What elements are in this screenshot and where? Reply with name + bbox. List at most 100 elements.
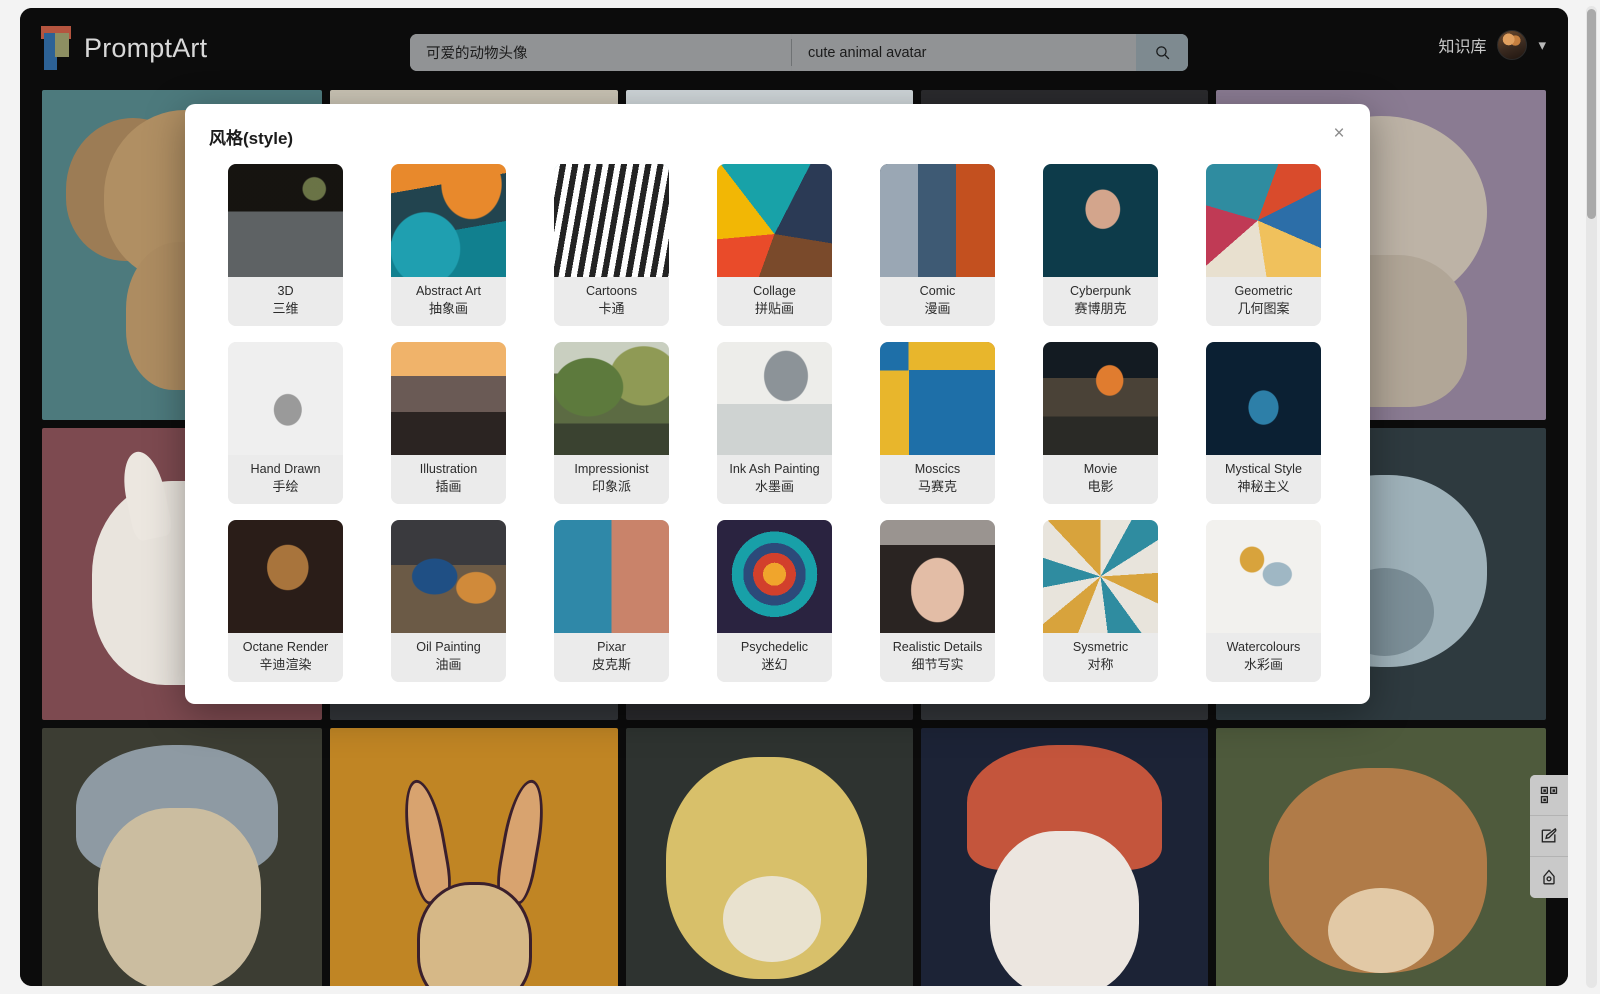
decor-shape	[416, 881, 532, 986]
style-card-labels: Moscics 马赛克	[880, 455, 995, 505]
style-name-zh: 拼贴画	[754, 301, 794, 317]
floating-action-toolbar	[1530, 775, 1568, 898]
style-card[interactable]: Illustration 插画	[391, 342, 506, 505]
style-card-labels: Realistic Details 细节写实	[880, 633, 995, 683]
thumb-realistic-details	[880, 520, 995, 634]
page-scrollbar[interactable]	[1586, 6, 1597, 988]
style-name-zh: 对称	[1087, 657, 1114, 673]
gallery-tile[interactable]	[1216, 728, 1546, 986]
style-card[interactable]: Moscics 马赛克	[880, 342, 995, 505]
gallery-tile[interactable]	[330, 728, 618, 986]
feedback-icon	[1543, 868, 1555, 884]
thumb-ink-ash-painting	[717, 342, 832, 456]
brand-logo-area[interactable]: PromptArt	[38, 26, 207, 70]
style-name-en: Collage	[753, 284, 796, 298]
thumb-geometric	[1206, 164, 1321, 277]
style-grid: 3D 三维 Abstract Art 抽象画 Cartoons 卡通 Collage 拼贴画 C…	[228, 164, 1328, 683]
style-name-zh: 马赛克	[917, 479, 957, 495]
style-card-labels: Movie 电影	[1043, 455, 1158, 505]
thumb-comic	[880, 164, 995, 277]
thumb-pixar	[554, 520, 669, 634]
close-icon[interactable]: ×	[1326, 120, 1352, 146]
style-name-en: Octane Render	[242, 640, 329, 655]
style-card-labels: Octane Render 辛迪渲染	[228, 633, 343, 683]
edit-button[interactable]	[1530, 816, 1568, 857]
style-name-en: Mystical Style	[1225, 462, 1302, 477]
style-name-en: 3D	[277, 284, 294, 298]
style-card[interactable]: Hand Drawn 手绘	[228, 342, 343, 505]
feedback-button[interactable]	[1530, 857, 1568, 898]
style-name-zh: 迷幻	[761, 657, 788, 673]
brand-name: PromptArt	[84, 32, 208, 63]
search-bar	[410, 34, 1188, 71]
style-name-zh: 水彩画	[1243, 657, 1283, 673]
search-input-chinese[interactable]	[410, 34, 791, 71]
thumb-abstract-art	[391, 164, 506, 277]
style-name-zh: 神秘主义	[1237, 479, 1290, 495]
thumb-mystical-style	[1206, 342, 1321, 456]
gallery-tile[interactable]	[42, 728, 323, 986]
style-name-en: Abstract Art	[415, 284, 482, 298]
style-card-labels: Comic 漫画	[880, 277, 995, 327]
qr-code-button[interactable]	[1530, 775, 1568, 816]
user-menu[interactable]: 知识库 ▾	[1438, 30, 1546, 60]
search-input-english[interactable]	[792, 34, 1136, 71]
search-button[interactable]	[1136, 34, 1188, 71]
gallery-tile[interactable]	[921, 728, 1209, 986]
knowledge-base-link[interactable]: 知识库	[1438, 33, 1486, 57]
style-name-zh: 抽象画	[428, 301, 468, 317]
avatar[interactable]	[1497, 30, 1528, 60]
style-card[interactable]: Cyberpunk 赛博朋克	[1043, 164, 1158, 327]
thumb-illustration	[391, 342, 506, 456]
style-card[interactable]: Pixar 皮克斯	[554, 520, 669, 683]
style-card[interactable]: Realistic Details 细节写实	[880, 520, 995, 683]
style-card[interactable]: Geometric 几何图案	[1206, 164, 1321, 327]
style-card[interactable]: Mystical Style 神秘主义	[1206, 342, 1321, 505]
gallery-row	[20, 728, 1568, 986]
style-name-en: Impressionist	[574, 462, 649, 477]
style-card[interactable]: Ink Ash Painting 水墨画	[717, 342, 832, 505]
style-card[interactable]: Comic 漫画	[880, 164, 995, 327]
style-card-labels: Cartoons 卡通	[554, 277, 669, 327]
style-card[interactable]: Impressionist 印象派	[554, 342, 669, 505]
style-name-en: Realistic Details	[892, 640, 983, 655]
thumb-impressionist	[554, 342, 669, 456]
thumb-octane-render	[228, 520, 343, 634]
style-name-en: Geometric	[1234, 284, 1293, 298]
style-name-en: Cyberpunk	[1070, 284, 1131, 298]
thumb-cyberpunk	[1043, 164, 1158, 277]
style-card[interactable]: Psychedelic 迷幻	[717, 520, 832, 683]
style-name-en: Illustration	[419, 462, 478, 477]
scrollbar-thumb[interactable]	[1587, 9, 1596, 219]
style-card[interactable]: Sysmetric 对称	[1043, 520, 1158, 683]
style-name-en: Oil Painting	[416, 640, 481, 655]
thumb-hand-drawn	[228, 342, 343, 456]
style-name-zh: 印象派	[591, 479, 631, 495]
style-name-zh: 赛博朋克	[1074, 301, 1127, 317]
style-card-labels: Psychedelic 迷幻	[717, 633, 832, 683]
style-card[interactable]: Collage 拼贴画	[717, 164, 832, 327]
style-card[interactable]: Watercolours 水彩画	[1206, 520, 1321, 683]
style-card-labels: Collage 拼贴画	[717, 277, 832, 327]
chevron-down-icon[interactable]: ▾	[1538, 38, 1546, 53]
thumb-moscics	[880, 342, 995, 456]
logo-shape-olive	[55, 33, 69, 57]
style-name-zh: 手绘	[272, 479, 299, 495]
style-name-en: Pixar	[597, 640, 626, 655]
style-name-en: Psychedelic	[740, 640, 809, 655]
style-name-zh: 几何图案	[1237, 301, 1290, 317]
style-card[interactable]: Movie 电影	[1043, 342, 1158, 505]
style-card[interactable]: Oil Painting 油画	[391, 520, 506, 683]
style-card[interactable]: Abstract Art 抽象画	[391, 164, 506, 327]
style-card-labels: Impressionist 印象派	[554, 455, 669, 505]
style-card[interactable]: 3D 三维	[228, 164, 343, 327]
style-card[interactable]: Octane Render 辛迪渲染	[228, 520, 343, 683]
device-screen: PromptArt 知识库 ▾	[20, 8, 1568, 986]
thumb-watercolours	[1206, 520, 1321, 634]
style-card-labels: Mystical Style 神秘主义	[1206, 455, 1321, 505]
style-card[interactable]: Cartoons 卡通	[554, 164, 669, 327]
search-icon	[1155, 46, 1169, 60]
style-name-zh: 皮克斯	[591, 657, 631, 673]
style-name-en: Sysmetric	[1072, 640, 1129, 655]
gallery-tile[interactable]	[625, 728, 914, 986]
